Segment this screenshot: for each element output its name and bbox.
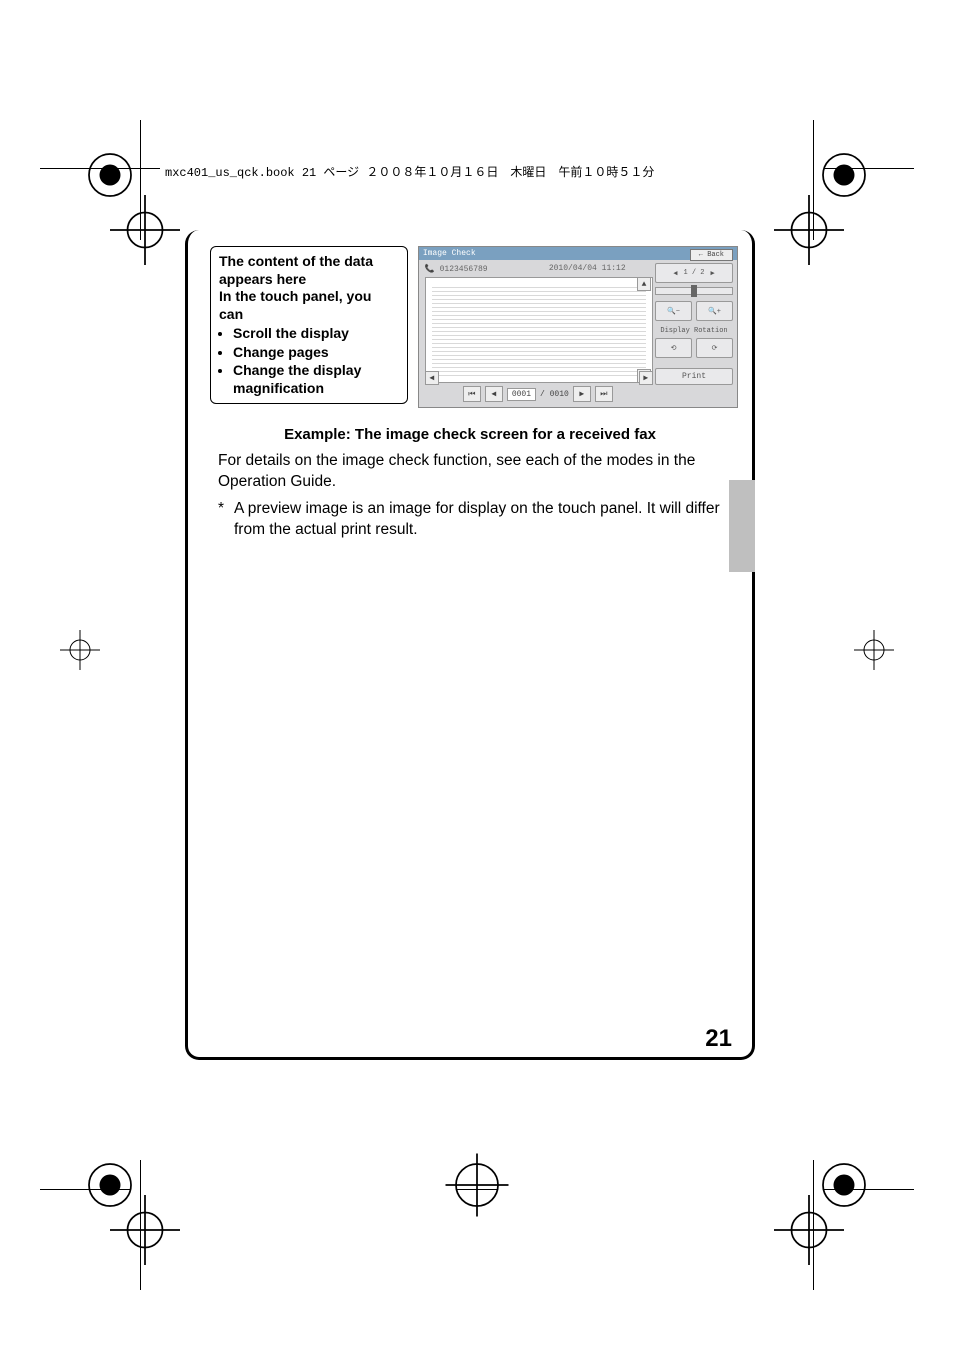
footnote-paragraph: * A preview image is an image for displa… xyxy=(188,499,752,541)
callout-line-1: The content of the data appears here xyxy=(219,253,399,288)
register-target-icon xyxy=(774,1195,844,1265)
touch-panel-screenshot: Image Check ← Back 📞 0123456789 2010/04/… xyxy=(418,246,738,408)
scroll-left-button[interactable]: ◀ xyxy=(425,371,439,385)
first-page-button[interactable]: ⏮ xyxy=(463,386,481,402)
zoom-in-button[interactable]: 🔍+ xyxy=(696,301,733,321)
register-target-icon xyxy=(774,195,844,265)
callout-box: The content of the data appears here In … xyxy=(210,246,408,404)
footnote-text: A preview image is an image for display … xyxy=(234,499,724,541)
callout-item: Scroll the display xyxy=(233,325,399,343)
fax-datetime: 2010/04/04 11:12 xyxy=(549,264,626,273)
rotate-right-button[interactable]: ⟳ xyxy=(696,338,733,358)
zoom-out-button[interactable]: 🔍− xyxy=(655,301,692,321)
print-metadata-text: mxc401_us_qck.book 21 ページ ２００８年１０月１６日 木曜… xyxy=(165,166,654,180)
scroll-right-button[interactable]: ▶ xyxy=(639,371,653,385)
page-navigation: ⏮ ◀ 0001 / 0010 ▶ ⏭ xyxy=(425,385,651,403)
print-metadata-line: mxc401_us_qck.book 21 ページ ２００８年１０月１６日 木曜… xyxy=(165,163,654,180)
callout-line-2: In the touch panel, you can xyxy=(219,288,399,323)
prev-page-button[interactable]: ◀ xyxy=(485,386,503,402)
page-number: 21 xyxy=(705,1025,732,1053)
crop-mark-icon xyxy=(75,140,145,210)
print-button[interactable]: Print xyxy=(655,368,733,385)
current-page: 0001 xyxy=(507,388,536,401)
rotate-left-button[interactable]: ⟲ xyxy=(655,338,692,358)
back-button[interactable]: ← Back xyxy=(690,249,733,261)
preview-area[interactable] xyxy=(425,277,653,383)
prev-copy-icon: ◀ xyxy=(673,269,677,278)
last-page-button[interactable]: ⏭ xyxy=(595,386,613,402)
fax-number: 📞 0123456789 xyxy=(425,264,488,274)
zoom-slider[interactable] xyxy=(655,287,733,295)
next-page-button[interactable]: ▶ xyxy=(573,386,591,402)
next-copy-icon: ▶ xyxy=(711,269,715,278)
register-target-icon xyxy=(854,630,894,670)
callout-item: Change the display magnification xyxy=(233,362,399,397)
body-paragraph: For details on the image check function,… xyxy=(188,451,752,493)
footnote-marker: * xyxy=(218,499,234,541)
figure-caption: Example: The image check screen for a re… xyxy=(188,426,752,443)
crop-mark-icon xyxy=(75,1150,145,1220)
section-thumb-tab xyxy=(729,480,755,572)
copy-count: 1 / 2 xyxy=(683,269,704,277)
crop-mark-icon xyxy=(809,1150,879,1220)
register-target-icon xyxy=(60,630,100,670)
callout-item: Change pages xyxy=(233,344,399,362)
total-pages: / 0010 xyxy=(540,390,569,399)
crop-mark-icon xyxy=(442,1150,512,1220)
copy-selector[interactable]: ◀ 1 / 2 ▶ xyxy=(655,263,733,283)
page-content-frame: The content of the data appears here In … xyxy=(185,230,755,1060)
scroll-up-button[interactable]: ▲ xyxy=(637,277,651,291)
crop-mark-icon xyxy=(809,140,879,210)
register-target-icon xyxy=(110,1195,180,1265)
register-target-icon xyxy=(110,195,180,265)
rotation-label: Display Rotation xyxy=(655,327,733,335)
